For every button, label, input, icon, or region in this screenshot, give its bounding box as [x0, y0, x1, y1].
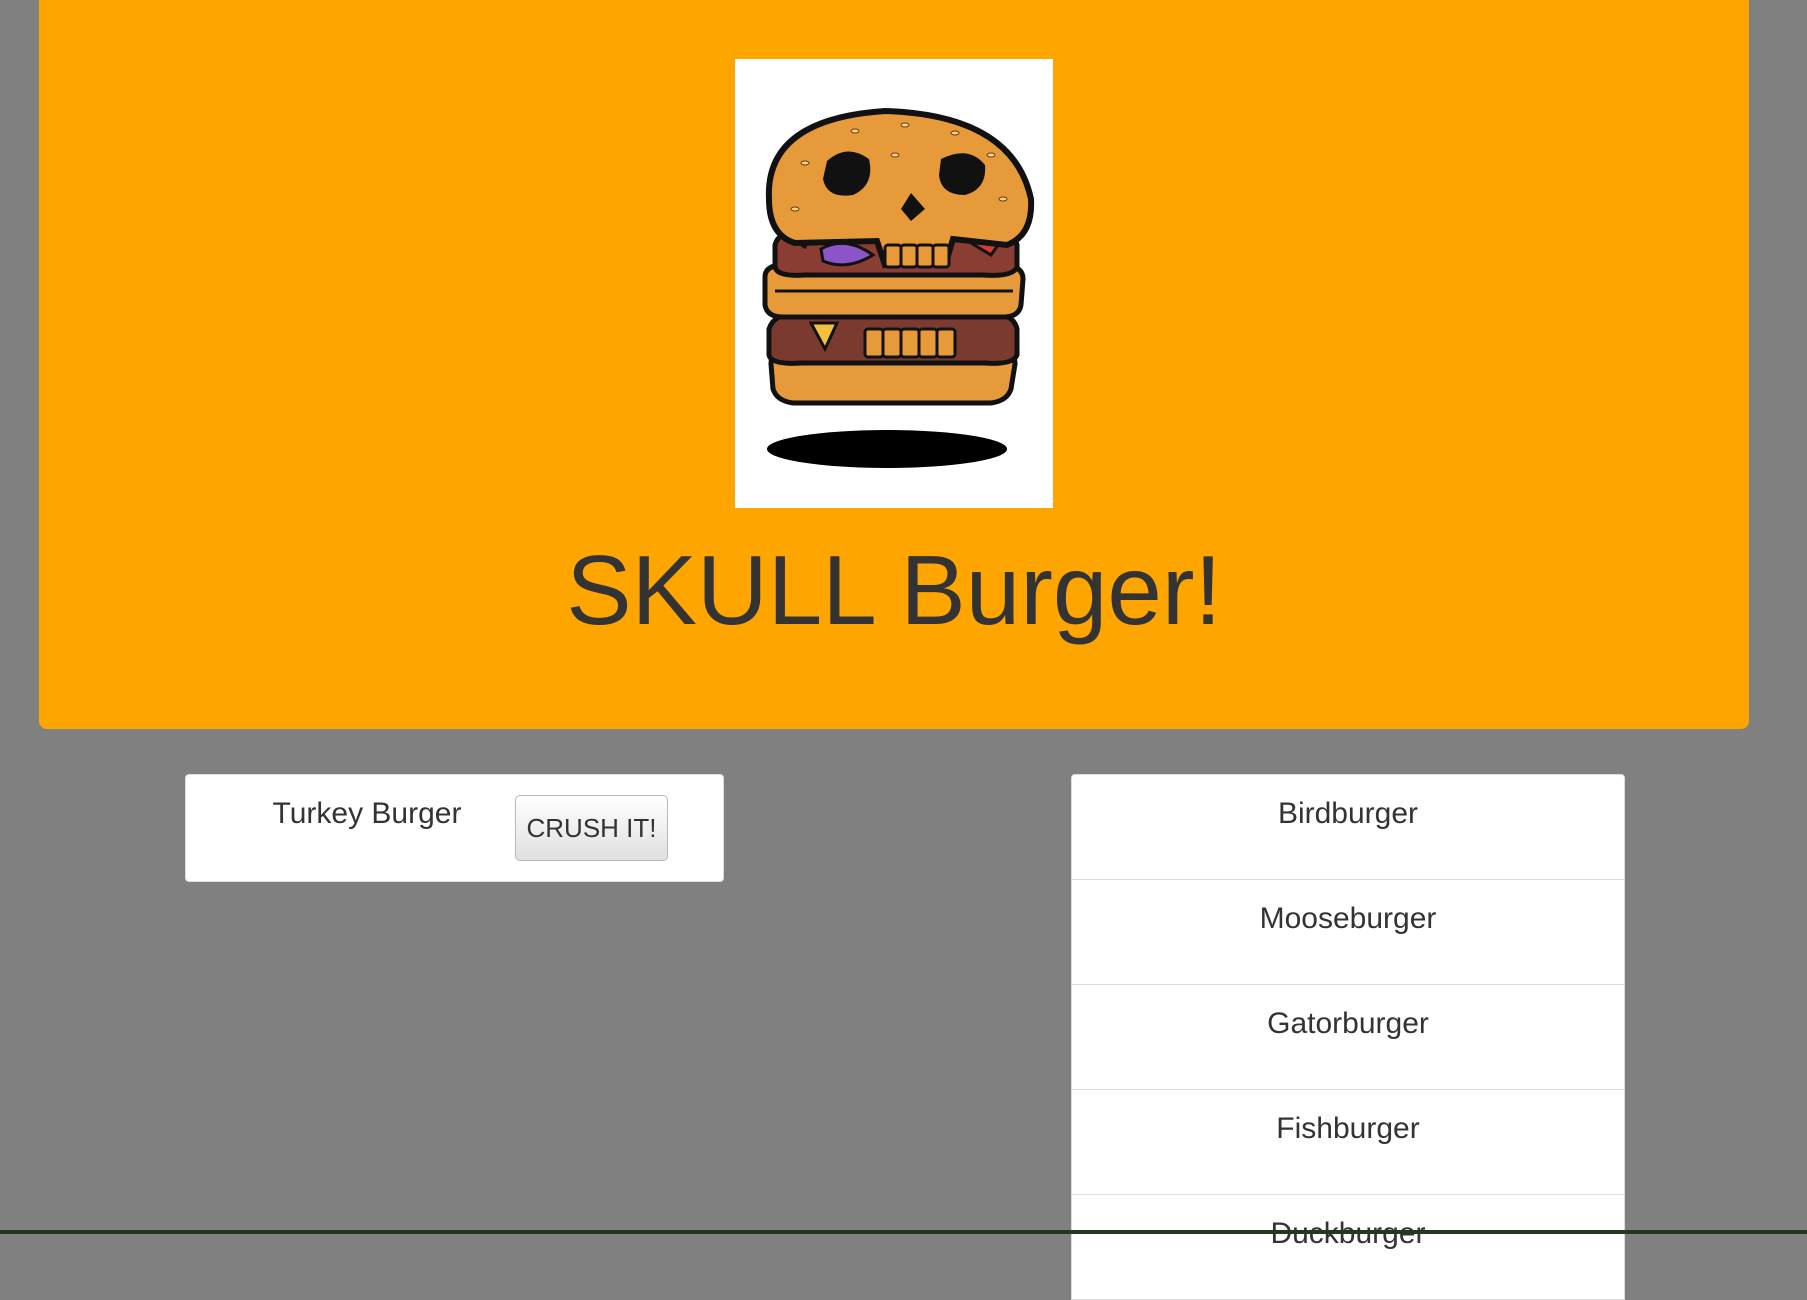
- list-item: Mooseburger: [1071, 879, 1625, 985]
- list-item: Turkey Burger CRUSH IT!: [185, 774, 724, 882]
- list-item: Gatorburger: [1071, 984, 1625, 1090]
- header-jumbotron: SKULL Burger!: [39, 0, 1749, 729]
- list-item: Fishburger: [1071, 1089, 1625, 1195]
- uneaten-burgers-list: Turkey Burger CRUSH IT!: [185, 774, 724, 882]
- burger-name: Birdburger: [1277, 797, 1419, 830]
- burger-name: Fishburger: [1276, 1112, 1420, 1145]
- logo-image: [735, 59, 1053, 508]
- window-bottom-edge: [0, 1230, 1807, 1234]
- page-title: SKULL Burger!: [566, 535, 1222, 645]
- eaten-burgers-list: Birdburger Mooseburger Gatorburger Fishb…: [1071, 774, 1625, 1300]
- burger-name: Gatorburger: [1267, 1007, 1429, 1040]
- burger-name: Mooseburger: [1259, 902, 1437, 935]
- list-item: Birdburger: [1071, 774, 1625, 880]
- burger-name: Duckburger: [1072, 1215, 1624, 1253]
- crush-it-button[interactable]: CRUSH IT!: [515, 795, 668, 861]
- list-item: Duckburger: [1071, 1194, 1625, 1300]
- burger-name: Turkey Burger: [272, 797, 462, 830]
- skull-burger-icon: [762, 107, 1035, 468]
